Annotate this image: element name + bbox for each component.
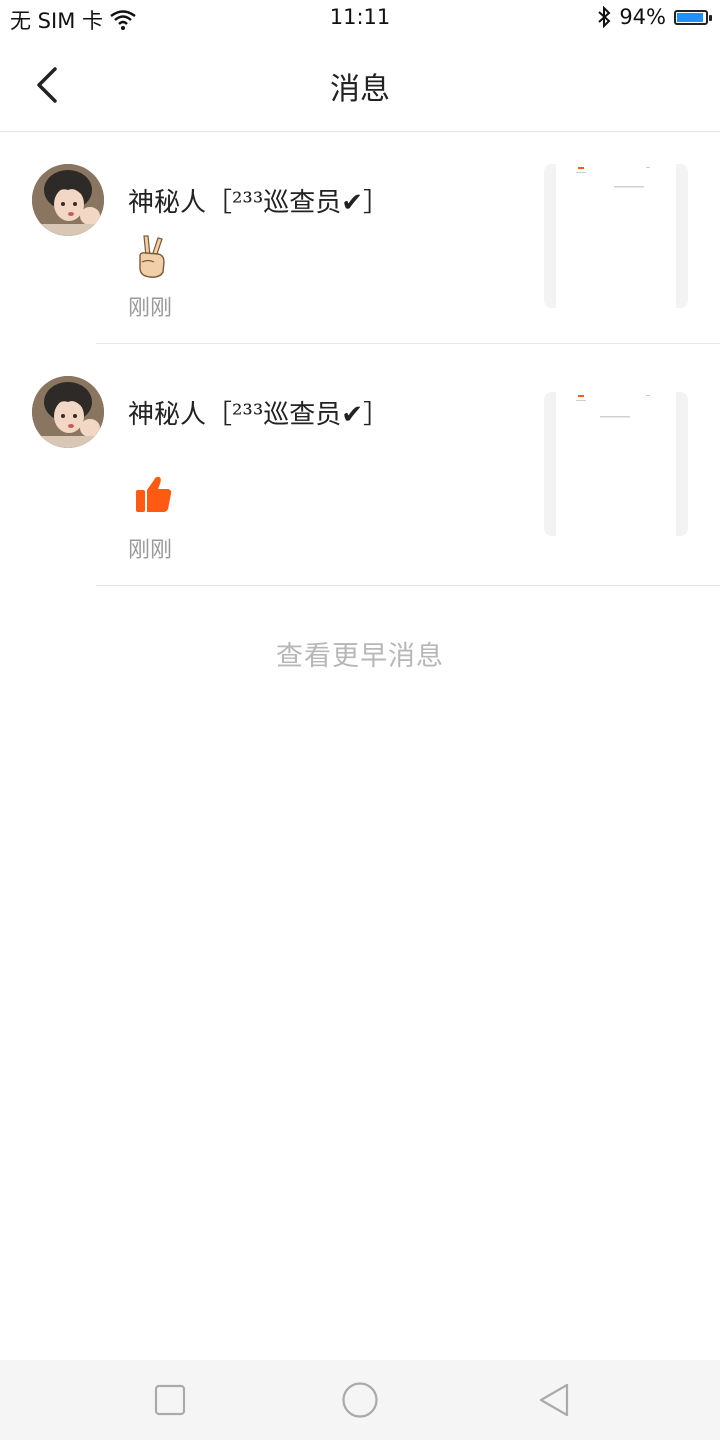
battery-level: [677, 12, 704, 22]
recent-apps-button[interactable]: [146, 1378, 194, 1422]
home-icon: [342, 1382, 378, 1418]
back-triangle-icon: [539, 1383, 569, 1417]
thumbnail-preview: [576, 167, 650, 188]
avatar-image: [32, 376, 104, 448]
sender-name[interactable]: 神秘人［²³³巡查员✔］: [128, 394, 389, 431]
message-item[interactable]: 神秘人［²³³巡查员✔］ 刚刚: [0, 132, 720, 344]
recent-apps-icon: [154, 1384, 186, 1416]
battery-icon: [674, 9, 712, 25]
view-earlier-messages-link[interactable]: 查看更早消息: [0, 634, 720, 673]
timestamp: 刚刚: [128, 538, 173, 563]
victory-hand-icon: [128, 232, 176, 280]
timestamp: 刚刚: [128, 296, 173, 321]
thumbnail-page: [556, 392, 676, 536]
thumbnail-page: [556, 164, 676, 308]
avatar[interactable]: [32, 376, 104, 448]
top-bar: 消息: [0, 36, 720, 132]
back-nav-button[interactable]: [530, 1378, 578, 1422]
avatar-image: [32, 164, 104, 236]
avatar[interactable]: [32, 164, 104, 236]
status-bar: 无 SIM 卡 11:11 94%: [0, 0, 720, 36]
system-nav-bar: [0, 1360, 720, 1440]
post-thumbnail[interactable]: [544, 392, 688, 536]
thumbs-up-icon: [132, 472, 180, 520]
divider: [96, 585, 720, 586]
bluetooth-icon: [598, 6, 611, 28]
status-right: 94%: [597, 5, 712, 29]
battery-percent: 94%: [619, 5, 666, 29]
thumbnail-preview: [576, 395, 650, 418]
sender-name[interactable]: 神秘人［²³³巡查员✔］: [128, 182, 389, 219]
message-item[interactable]: 神秘人［²³³巡查员✔］ 刚刚: [0, 344, 720, 586]
post-thumbnail[interactable]: [544, 164, 688, 308]
home-button[interactable]: [336, 1378, 384, 1422]
page-title: 消息: [330, 72, 390, 107]
